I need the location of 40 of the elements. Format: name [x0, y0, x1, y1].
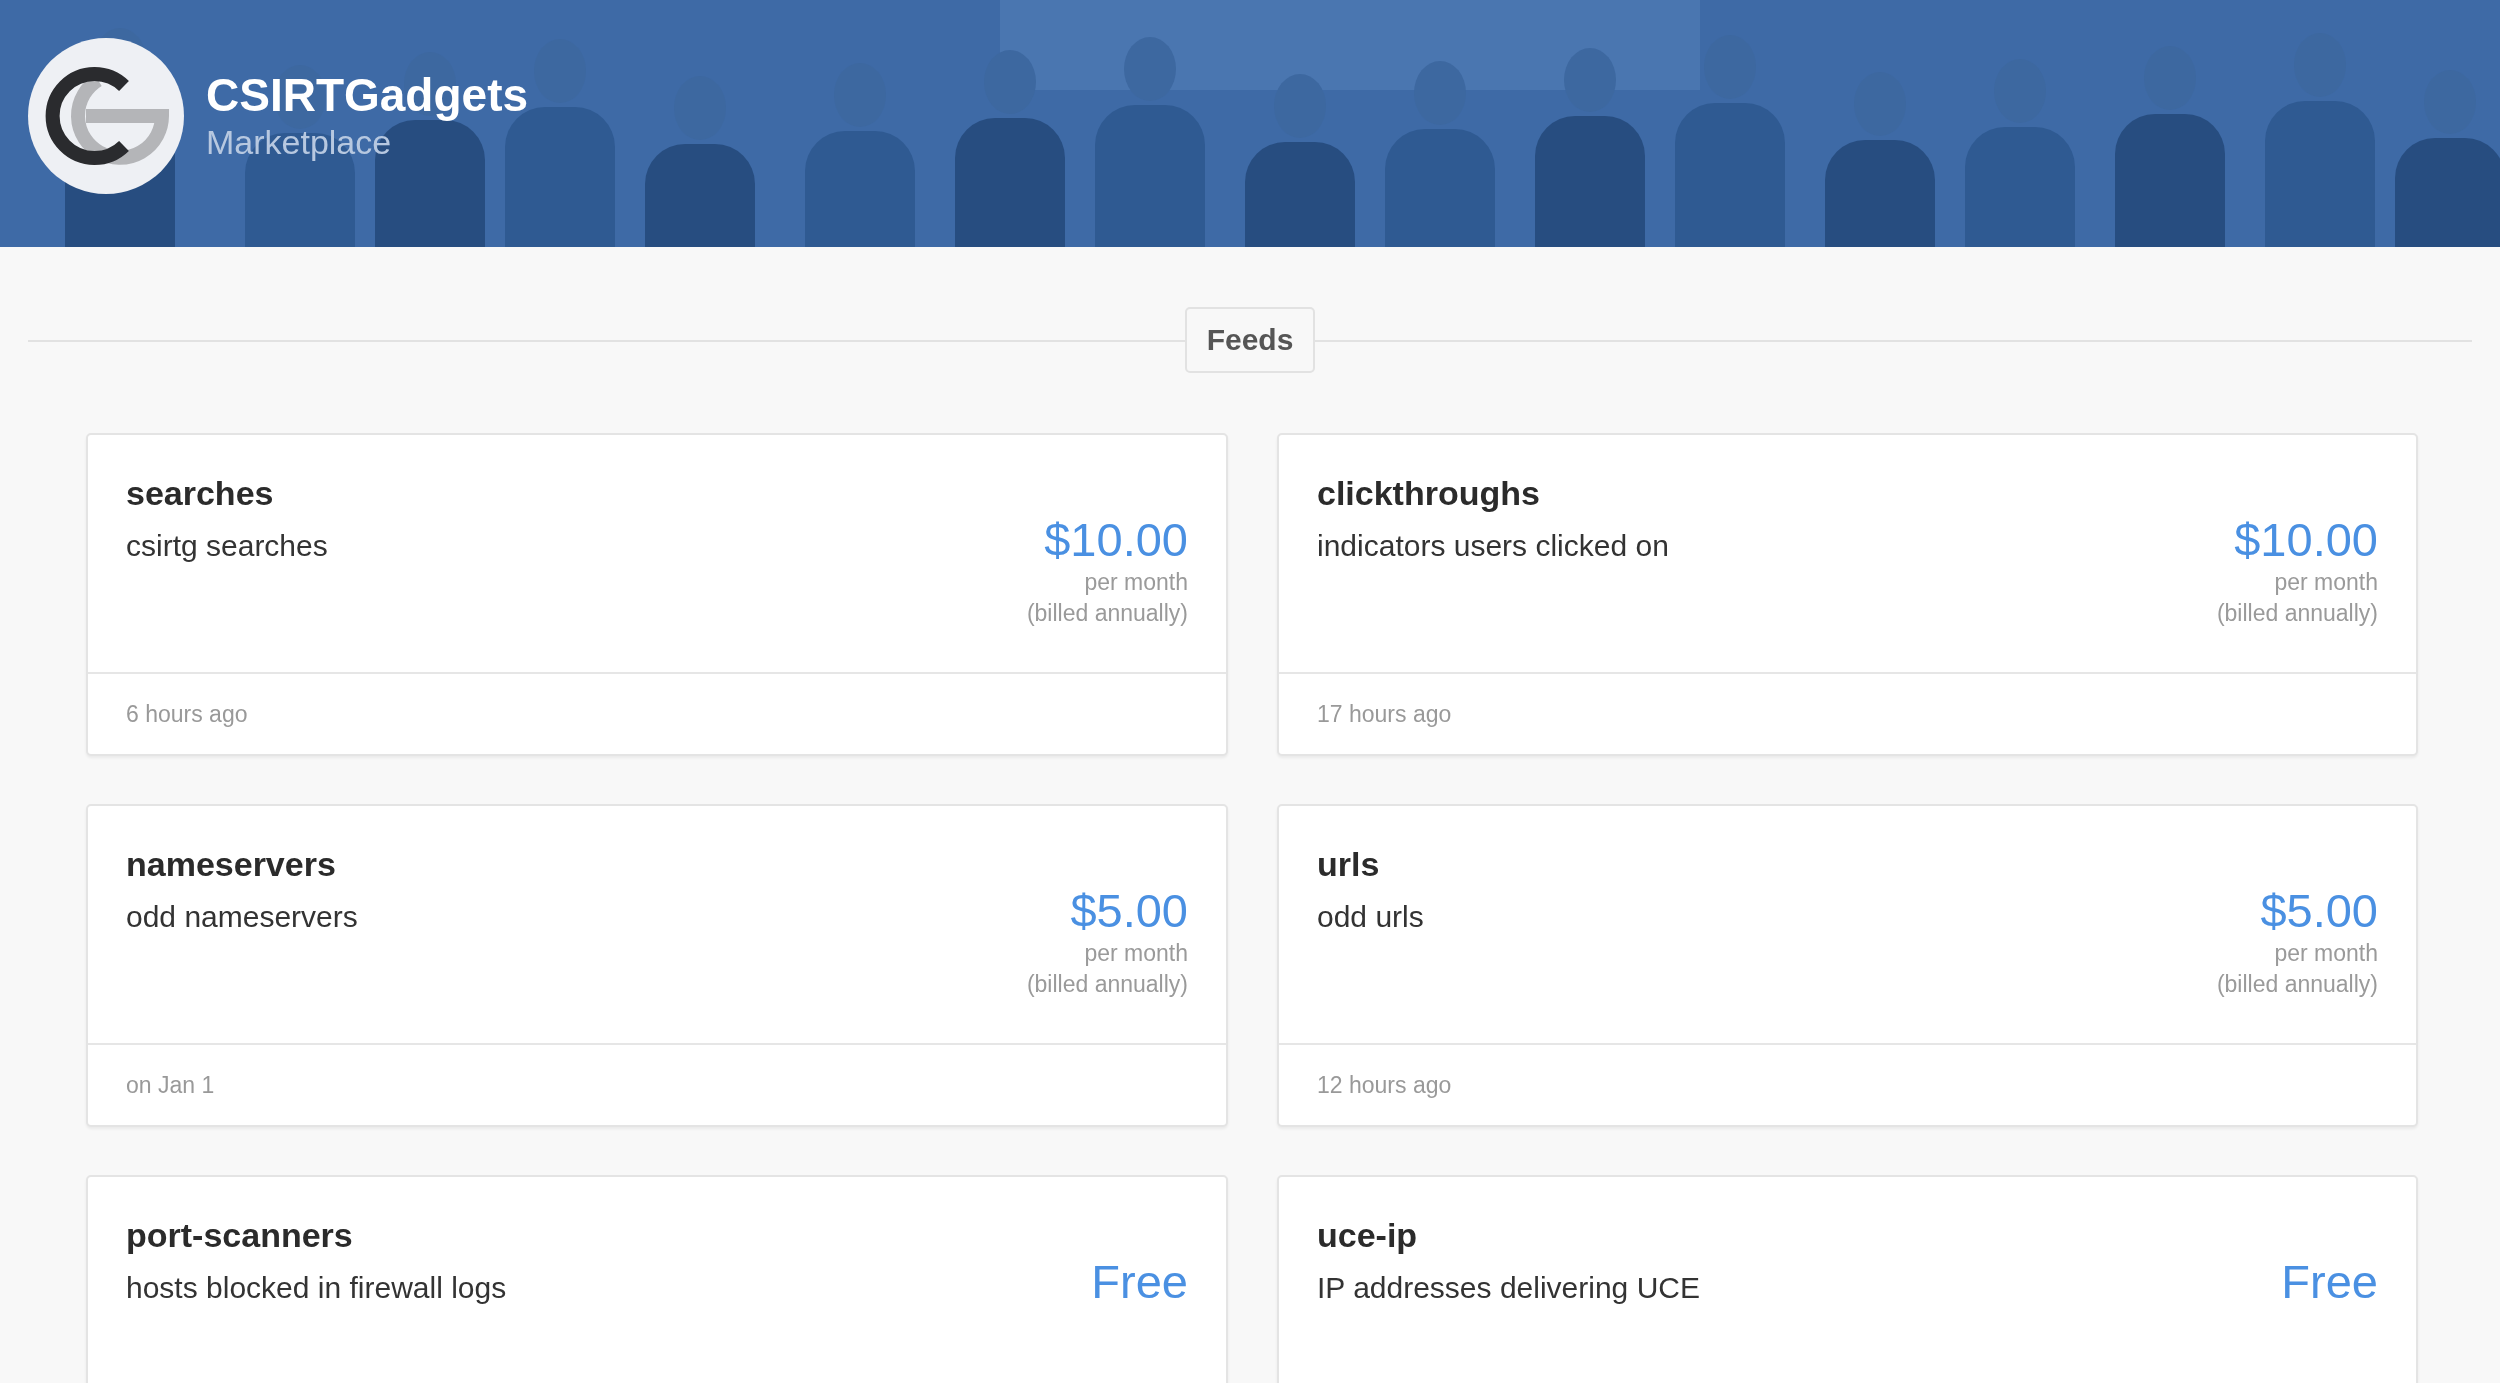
- feed-price: Free: [2281, 1255, 2378, 1309]
- site-title: CSIRTGadgets: [206, 69, 529, 121]
- feed-card[interactable]: port-scanners hosts blocked in firewall logs Free: [86, 1175, 1228, 1383]
- feed-name[interactable]: urls: [1317, 844, 1424, 884]
- feed-name[interactable]: port-scanners: [126, 1215, 507, 1255]
- feed-description: IP addresses delivering UCE: [1317, 1271, 1700, 1305]
- feed-card[interactable]: searches csirtg searches $10.00 per month (billed annually) 6 hours ago: [86, 433, 1228, 756]
- feed-description: odd urls: [1317, 900, 1424, 934]
- updated-time: 17 hours ago: [1317, 700, 1452, 728]
- feed-price: $5.00: [1069, 884, 1188, 938]
- billing-note: (billed annually): [1026, 599, 1188, 628]
- feed-price: $10.00: [2233, 513, 2378, 567]
- billing-note: (billed annually): [2216, 599, 2378, 628]
- feed-description: indicators users clicked on: [1317, 529, 1669, 563]
- billing-period: per month: [2273, 939, 2378, 968]
- feed-description: csirtg searches: [126, 529, 328, 563]
- feed-name[interactable]: searches: [126, 473, 328, 513]
- billing-period: per month: [1083, 939, 1188, 968]
- feed-card[interactable]: nameservers odd nameservers $5.00 per month (billed annually) on Jan 1: [86, 804, 1228, 1127]
- billing-period: per month: [1083, 568, 1188, 597]
- feed-price: $5.00: [2259, 884, 2378, 938]
- feed-card[interactable]: clickthroughs indicators users clicked on $10.00 per month (billed annually) 17 hours ago: [1277, 433, 2418, 756]
- updated-time: 12 hours ago: [1317, 1071, 1452, 1099]
- site-subtitle: Marketplace: [206, 122, 393, 163]
- feed-card[interactable]: urls odd urls $5.00 per month (billed annually) 12 hours ago: [1277, 804, 2418, 1127]
- feed-description: odd nameservers: [126, 900, 358, 934]
- billing-note: (billed annually): [2216, 970, 2378, 999]
- feed-name[interactable]: clickthroughs: [1317, 473, 1669, 513]
- feed-name[interactable]: nameservers: [126, 844, 358, 884]
- billing-note: (billed annually): [1026, 970, 1188, 999]
- feed-name[interactable]: uce-ip: [1317, 1215, 1700, 1255]
- feed-card[interactable]: uce-ip IP addresses delivering UCE Free: [1277, 1175, 2418, 1383]
- updated-time: on Jan 1: [126, 1071, 215, 1099]
- section-label: Feeds: [1184, 307, 1316, 373]
- billing-period: per month: [2273, 568, 2378, 597]
- logo-icon: [28, 38, 184, 194]
- updated-time: 6 hours ago: [126, 700, 248, 728]
- feed-description: hosts blocked in firewall logs: [126, 1271, 507, 1305]
- feed-price: Free: [1091, 1255, 1188, 1309]
- feed-price: $10.00: [1043, 513, 1188, 567]
